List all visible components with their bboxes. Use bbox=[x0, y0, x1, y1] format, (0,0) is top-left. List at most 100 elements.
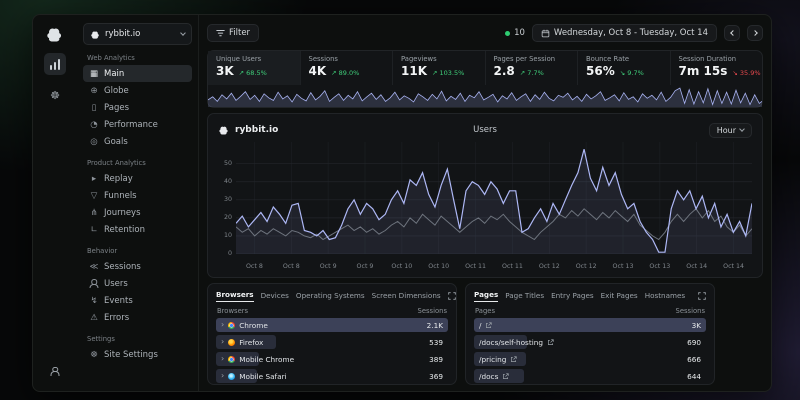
overview-sparkline bbox=[208, 85, 762, 107]
tab-hostnames[interactable]: Hostnames bbox=[645, 291, 686, 302]
sidebar-item-performance[interactable]: ◔Performance bbox=[83, 116, 192, 133]
chrome-icon bbox=[228, 322, 235, 329]
sidebar-item-sessions[interactable]: ≪Sessions bbox=[83, 258, 192, 275]
stat-label: Pages per Session bbox=[494, 55, 570, 63]
sidebar-item-main[interactable]: ▦ Main bbox=[83, 65, 192, 82]
row-label: Mobile Safari bbox=[239, 372, 286, 381]
interval-select[interactable]: Hour bbox=[709, 123, 752, 138]
app-window: ☸ rybbit.io Web Analytics▦Main⊕Globe▯Pag… bbox=[32, 14, 772, 392]
stat-tile-session-duration[interactable]: Session Duration7m 15s↘ 35.9% bbox=[670, 51, 763, 85]
tab-page-titles[interactable]: Page Titles bbox=[505, 291, 544, 302]
analytics-rail-button[interactable] bbox=[44, 53, 66, 75]
bar-chart-icon bbox=[50, 59, 61, 70]
stat-tile-pages-per-session[interactable]: Pages per Session2.8↗ 7.7% bbox=[485, 51, 578, 85]
sidebar-item-label: Goals bbox=[104, 137, 128, 147]
y-tick-label: 30 bbox=[224, 196, 232, 203]
sidebar-item-goals[interactable]: ◎ Goals bbox=[83, 133, 192, 150]
target-icon: ◎ bbox=[89, 137, 99, 147]
prev-period-button[interactable] bbox=[724, 25, 740, 41]
stat-tile-bounce-rate[interactable]: Bounce Rate56%↘ 9.7% bbox=[577, 51, 670, 85]
stat-tile-unique-users[interactable]: Unique Users3K↗ 68.5% bbox=[208, 51, 300, 85]
tab-exit-pages[interactable]: Exit Pages bbox=[601, 291, 638, 302]
stat-tile-pageviews[interactable]: Pageviews11K↗ 103.5% bbox=[392, 51, 485, 85]
rybbit-logo-icon bbox=[45, 24, 65, 44]
sidebar-item-retention[interactable]: ∟Retention bbox=[83, 221, 192, 238]
chevron-left-icon bbox=[730, 30, 736, 36]
chevron-right-icon bbox=[752, 30, 758, 36]
stats-card: Unique Users3K↗ 68.5%Sessions4K↗ 89.0%Pa… bbox=[207, 50, 763, 108]
sidebar-item-events[interactable]: ↯Events bbox=[83, 292, 192, 309]
tab-operating-systems[interactable]: Operating Systems bbox=[296, 291, 365, 302]
table-columns: BrowsersSessions bbox=[217, 307, 447, 315]
chart-plot bbox=[236, 142, 752, 262]
external-link-icon[interactable] bbox=[502, 373, 509, 380]
grid-icon: ▦ bbox=[89, 69, 99, 79]
sidebar-item-users[interactable]: Users bbox=[83, 275, 192, 292]
x-tick-label: Oct 8 bbox=[246, 263, 263, 270]
workspace-selector[interactable]: rybbit.io bbox=[83, 23, 192, 45]
external-link-icon[interactable] bbox=[510, 356, 517, 363]
breakdown-panels: Browsers Devices Operating Systems Screen D… bbox=[207, 283, 763, 385]
tab-devices[interactable]: Devices bbox=[261, 291, 289, 302]
stat-tile-sessions[interactable]: Sessions4K↗ 89.0% bbox=[300, 51, 393, 85]
sidebar-item-replay[interactable]: ▸Replay bbox=[83, 170, 192, 187]
date-range-button[interactable]: Wednesday, Oct 8 - Tuesday, Oct 14 bbox=[532, 24, 717, 42]
row-label: /pricing bbox=[479, 355, 506, 364]
workspace-name: rybbit.io bbox=[105, 29, 140, 39]
firefox-icon bbox=[228, 339, 235, 346]
external-link-icon[interactable] bbox=[485, 322, 492, 329]
events-icon: ↯ bbox=[89, 296, 99, 306]
sidebar-item-site-settings[interactable]: ☸Site Settings bbox=[83, 346, 192, 363]
main-content: Filter 10 Wednesday, Oct 8 - Tuesday, Oc… bbox=[199, 15, 771, 391]
filter-button[interactable]: Filter bbox=[207, 24, 259, 42]
row-label: / bbox=[479, 321, 481, 330]
table-row[interactable]: ›Firefox539 bbox=[216, 335, 448, 349]
stat-label: Sessions bbox=[309, 55, 385, 63]
stat-value: 2.8 bbox=[494, 64, 515, 78]
row-value: 690 bbox=[687, 338, 701, 347]
account-rail-button[interactable] bbox=[44, 360, 66, 382]
x-tick-label: Oct 11 bbox=[465, 263, 486, 270]
y-tick-label: 10 bbox=[224, 232, 232, 239]
expand-button[interactable] bbox=[698, 292, 706, 300]
live-users-indicator[interactable]: 10 bbox=[505, 28, 525, 38]
browsers-panel: Browsers Devices Operating Systems Screen D… bbox=[207, 283, 457, 385]
tab-browsers[interactable]: Browsers bbox=[216, 290, 254, 302]
sidebar-item-funnels[interactable]: ▽Funnels bbox=[83, 187, 192, 204]
sidebar-item-journeys[interactable]: ⋔Journeys bbox=[83, 204, 192, 221]
table-row[interactable]: /pricing666 bbox=[474, 352, 706, 366]
tab-entry-pages[interactable]: Entry Pages bbox=[551, 291, 594, 302]
table-row[interactable]: ›Mobile Safari369 bbox=[216, 369, 448, 383]
sidebar-item-label: Globe bbox=[104, 86, 129, 96]
table-row[interactable]: ›Mobile Chrome389 bbox=[216, 352, 448, 366]
row-value: 644 bbox=[687, 372, 701, 381]
sidebar-item-pages[interactable]: ▯Pages bbox=[83, 99, 192, 116]
tab-pages[interactable]: Pages bbox=[474, 290, 498, 302]
x-tick-label: Oct 12 bbox=[539, 263, 560, 270]
sidebar-item-globe[interactable]: ⊕Globe bbox=[83, 82, 192, 99]
sidebar-item-label: Main bbox=[104, 69, 124, 79]
table-row[interactable]: /3K bbox=[474, 318, 706, 332]
table-row[interactable]: /docs 644 bbox=[474, 369, 706, 383]
rewind-icon: ≪ bbox=[89, 262, 99, 272]
column-header: Sessions bbox=[676, 307, 705, 315]
sidebar-item-label: Errors bbox=[104, 313, 129, 323]
x-tick-label: Oct 9 bbox=[320, 263, 337, 270]
table-row[interactable]: /docs/self-hosting690 bbox=[474, 335, 706, 349]
safari-icon bbox=[228, 373, 235, 380]
next-period-button[interactable] bbox=[747, 25, 763, 41]
x-tick-label: Oct 13 bbox=[613, 263, 634, 270]
tab-screen-dimensions[interactable]: Screen Dimensions bbox=[372, 291, 441, 302]
chevron-right-icon: › bbox=[221, 355, 224, 363]
settings-rail-button[interactable]: ☸ bbox=[44, 84, 66, 106]
external-link-icon[interactable] bbox=[547, 339, 554, 346]
row-label: /docs bbox=[479, 372, 498, 381]
table-row[interactable]: ›Chrome2.1K bbox=[216, 318, 448, 332]
rybbit-logo-icon bbox=[218, 124, 230, 136]
sidebar-item-label: Funnels bbox=[104, 191, 137, 201]
sidebar-item-errors[interactable]: ⚠Errors bbox=[83, 309, 192, 326]
stat-value: 56% bbox=[586, 64, 615, 78]
expand-button[interactable] bbox=[448, 292, 456, 300]
rybbit-logo-icon bbox=[90, 29, 101, 40]
journeys-icon: ⋔ bbox=[89, 208, 99, 218]
